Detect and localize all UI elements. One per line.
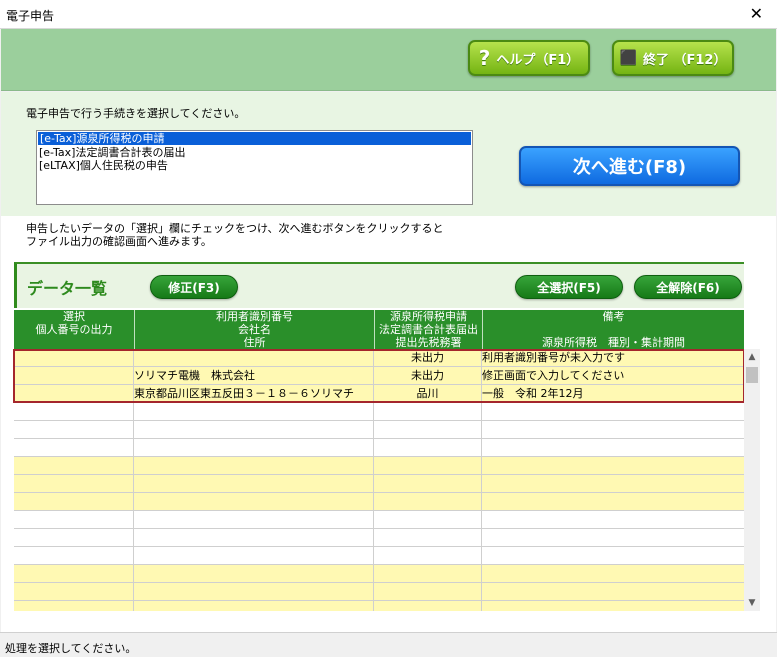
toolbar-band: ? ヘルプ（F1） ⬛ 終了 （F12） xyxy=(1,29,776,91)
edit-button[interactable]: 修正(F3) xyxy=(150,275,238,299)
user-id-cell xyxy=(134,349,374,367)
table-header-row-3: 住所 提出先税務署 源泉所得税 種別・集計期間 xyxy=(14,336,744,349)
data-table: 未出力 利用者識別番号が未入力です ソリマチ電機 株式会社 未出力 修正画面で入… xyxy=(14,349,744,611)
empty-row xyxy=(14,583,744,601)
gensen-status-cell: 未出力 xyxy=(374,349,482,367)
table-row[interactable]: ソリマチ電機 株式会社 未出力 修正画面で入力してください xyxy=(14,367,744,385)
empty-row xyxy=(14,457,744,475)
procedure-item-eltax-juminzei[interactable]: [eLTAX]個人住民税の申告 xyxy=(37,159,472,172)
column-header-remarks[interactable]: 備考 xyxy=(482,310,744,323)
column-header-tax-type-period[interactable]: 源泉所得税 種別・集計期間 xyxy=(482,336,744,349)
blank-cell xyxy=(14,385,134,403)
select-cell[interactable] xyxy=(14,349,134,367)
scroll-up-icon[interactable]: ▲ xyxy=(744,349,760,365)
empty-row xyxy=(14,529,744,547)
column-header-address[interactable]: 住所 xyxy=(134,336,374,349)
table-header-row-1: 選択 利用者識別番号 源泉所得税申請 備考 xyxy=(14,310,744,323)
next-button[interactable]: 次へ進む(F8) xyxy=(519,146,740,186)
procedure-item-etax-gensen[interactable]: [e-Tax]源泉所得税の申請 xyxy=(38,132,471,145)
help-button-label: ヘルプ（F1） xyxy=(496,52,580,68)
column-header-statutory-report[interactable]: 法定調書合計表届出 xyxy=(374,323,482,336)
title-bar: 電子申告 ✕ xyxy=(0,0,777,29)
column-header-company-name[interactable]: 会社名 xyxy=(134,323,374,336)
instructions-line-2: ファイル出力の確認画面へ進みます。 xyxy=(26,235,212,248)
procedure-listbox[interactable]: [e-Tax]源泉所得税の申請 [e-Tax]法定調書合計表の届出 [eLTAX… xyxy=(36,130,473,205)
empty-row xyxy=(14,511,744,529)
exit-button[interactable]: ⬛ 終了 （F12） xyxy=(612,40,734,76)
table-header-row-2: 個人番号の出力 会社名 法定調書合計表届出 xyxy=(14,323,744,336)
column-header-select[interactable]: 選択 xyxy=(14,310,134,323)
column-header-blank xyxy=(482,323,744,336)
table-row[interactable]: 未出力 利用者識別番号が未入力です xyxy=(14,349,744,367)
exit-icon: ⬛ xyxy=(619,50,637,66)
column-header-gensen-application[interactable]: 源泉所得税申請 xyxy=(374,310,482,323)
empty-row xyxy=(14,421,744,439)
empty-row xyxy=(14,565,744,583)
instructions: 申告したいデータの「選択」欄にチェックをつけ、次へ進むボタンをクリックすると フ… xyxy=(26,222,443,248)
procedure-item-etax-houtei[interactable]: [e-Tax]法定調書合計表の届出 xyxy=(37,146,472,159)
column-header-my-number-output[interactable]: 個人番号の出力 xyxy=(14,323,134,336)
column-header-tax-office[interactable]: 提出先税務署 xyxy=(374,336,482,349)
question-icon: ? xyxy=(478,46,491,70)
close-icon[interactable]: ✕ xyxy=(750,4,763,23)
data-list-title: データ一覧 xyxy=(27,279,108,298)
status-bar: 処理を選択してください。 xyxy=(0,632,777,657)
procedure-prompt: 電子申告で行う手続きを選択してください。 xyxy=(26,107,246,120)
help-button[interactable]: ? ヘルプ（F1） xyxy=(468,40,590,76)
scroll-down-icon[interactable]: ▼ xyxy=(744,595,760,611)
empty-row xyxy=(14,547,744,565)
deselect-all-button[interactable]: 全解除(F6) xyxy=(634,275,742,299)
tax-type-period-cell: 一般 令和 2年12月 xyxy=(482,387,584,400)
tax-office-cell: 品川 xyxy=(374,385,482,403)
my-number-cell[interactable] xyxy=(14,367,134,385)
status-text: 処理を選択してください。 xyxy=(5,642,137,655)
exit-button-label: 終了 （F12） xyxy=(642,52,727,68)
vertical-scrollbar[interactable]: ▲ ▼ xyxy=(744,349,760,611)
address-cell: 東京都品川区東五反田３－１８－６ソリマチ xyxy=(134,385,374,403)
scroll-thumb[interactable] xyxy=(746,367,758,383)
empty-row xyxy=(14,601,744,611)
company-name-cell: ソリマチ電機 株式会社 xyxy=(134,367,374,385)
select-all-button[interactable]: 全選択(F5) xyxy=(515,275,623,299)
statutory-status-cell: 未出力 xyxy=(374,367,482,385)
table-row[interactable]: 東京都品川区東五反田３－１８－６ソリマチ 品川 一般 令和 2年12月 xyxy=(14,385,744,403)
data-list-header: データ一覧 修正(F3) 全選択(F5) 全解除(F6) xyxy=(14,262,744,308)
empty-row xyxy=(14,403,744,421)
empty-row xyxy=(14,493,744,511)
column-header-blank-2 xyxy=(14,336,134,349)
instructions-line-1: 申告したいデータの「選択」欄にチェックをつけ、次へ進むボタンをクリックすると xyxy=(26,222,444,235)
remarks-cell: 修正画面で入力してください xyxy=(482,369,625,382)
window-title: 電子申告 xyxy=(6,9,55,23)
remarks-cell: 利用者識別番号が未入力です xyxy=(482,351,625,364)
column-header-user-id[interactable]: 利用者識別番号 xyxy=(134,310,374,323)
empty-row xyxy=(14,475,744,493)
empty-row xyxy=(14,439,744,457)
